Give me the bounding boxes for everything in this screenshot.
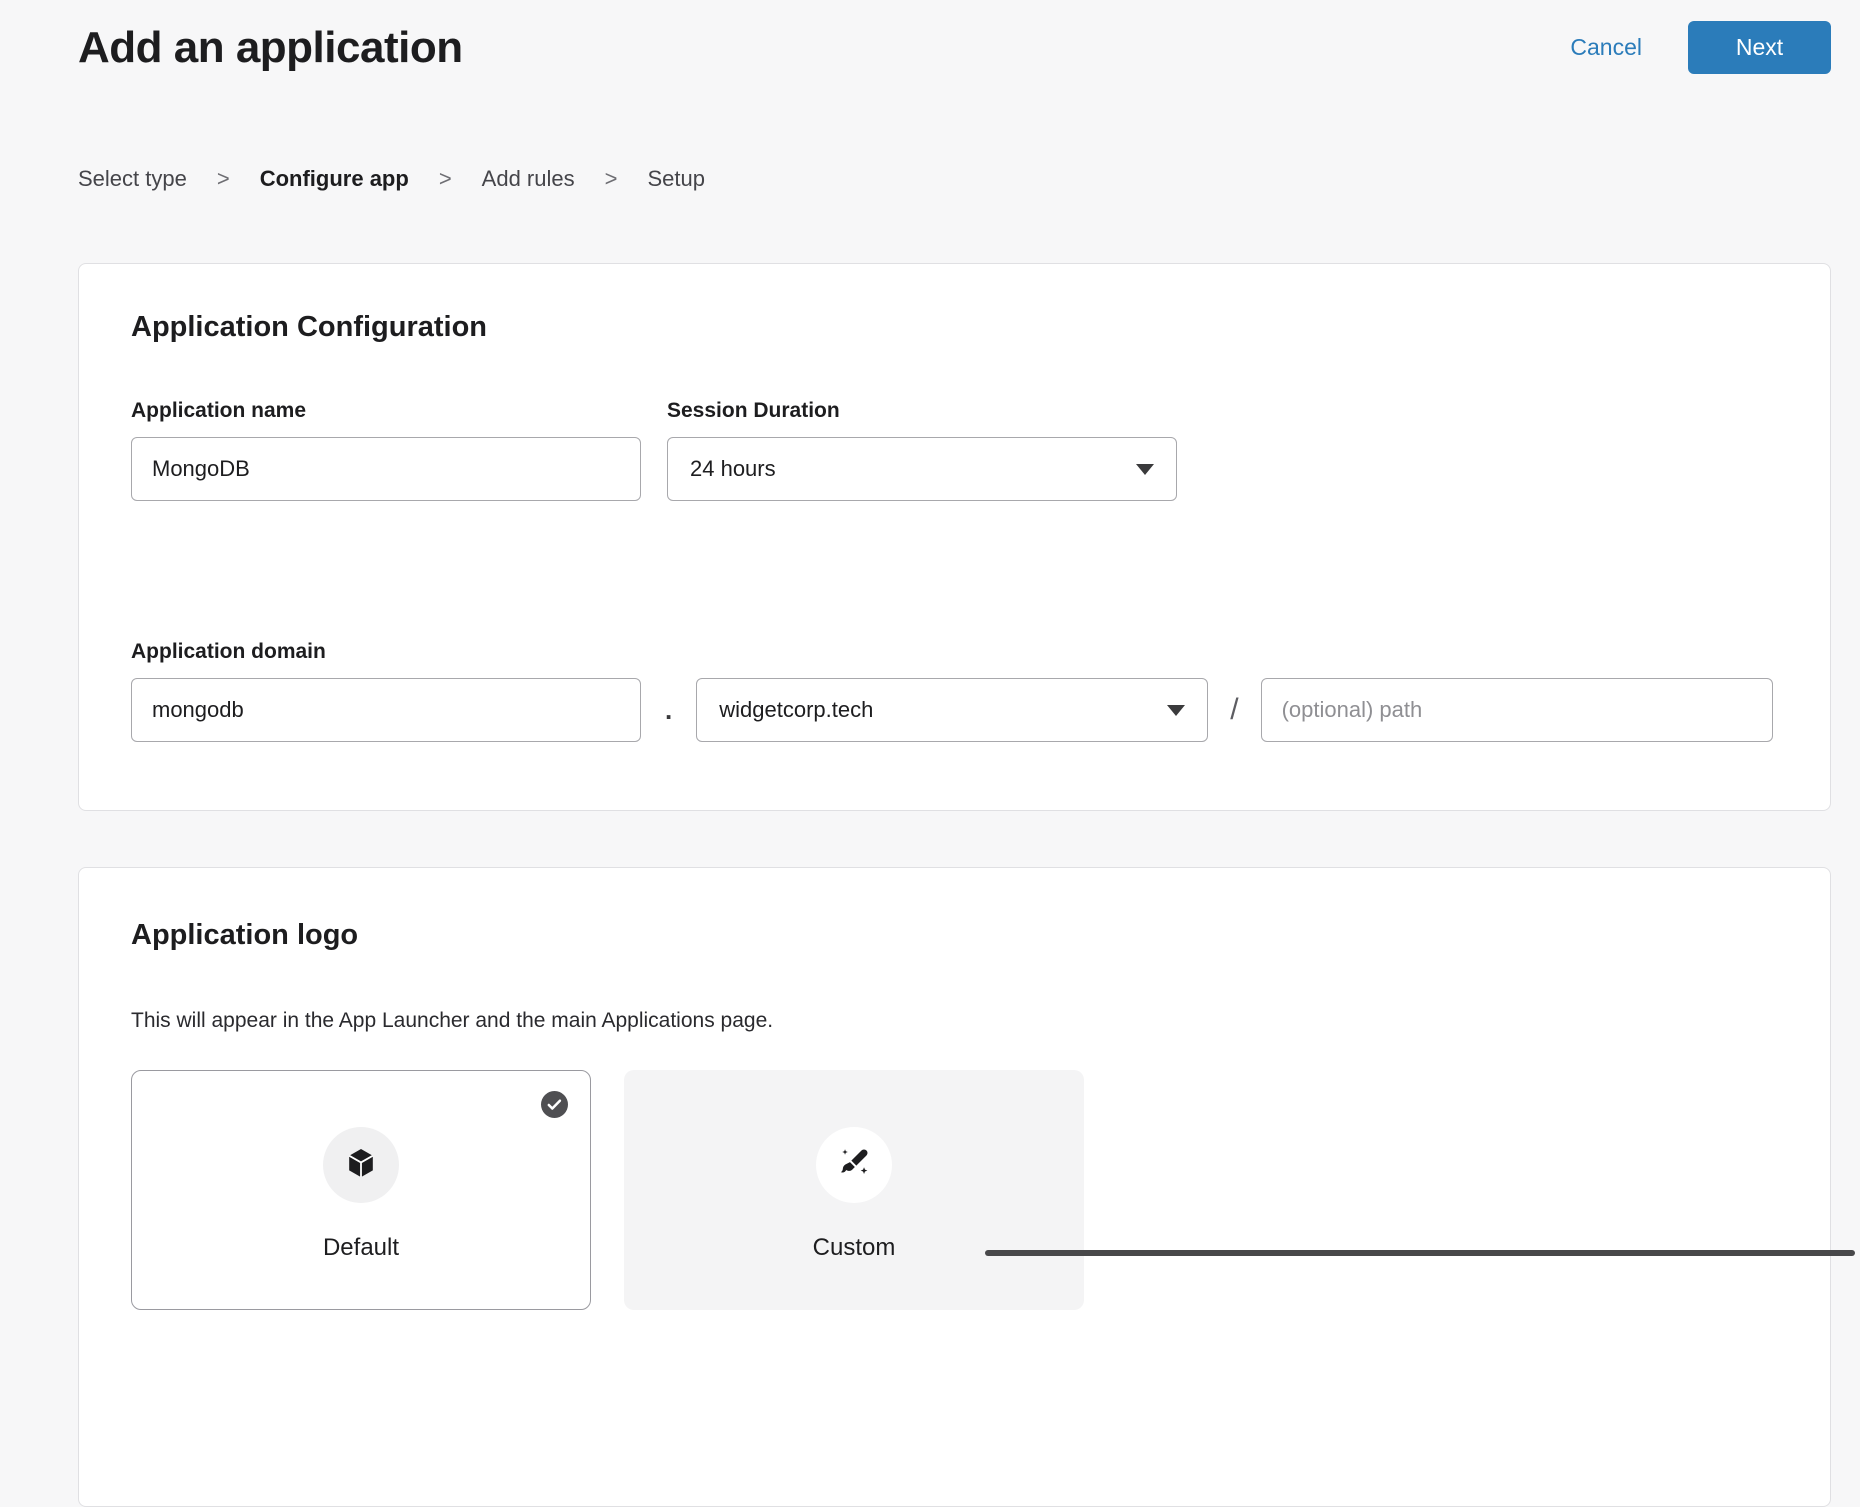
step-configure-app[interactable]: Configure app: [260, 165, 409, 193]
default-logo-circle: [323, 1127, 399, 1203]
application-domain-label: Application domain: [131, 639, 1778, 664]
add-application-page: Add an application Cancel Next Select ty…: [0, 0, 1860, 1507]
logo-option-default-label: Default: [323, 1233, 399, 1263]
session-duration-value: 24 hours: [690, 456, 776, 482]
session-duration-select[interactable]: 24 hours: [667, 437, 1177, 501]
application-domain-row: . widgetcorp.tech /: [131, 678, 1778, 742]
application-logo-card: Application logo This will appear in the…: [78, 867, 1831, 1507]
custom-logo-circle: [816, 1127, 892, 1203]
logo-card-description: This will appear in the App Launcher and…: [131, 1008, 1778, 1034]
logo-option-custom[interactable]: Custom: [624, 1070, 1084, 1310]
step-separator-icon: >: [217, 165, 230, 193]
logo-option-custom-label: Custom: [813, 1233, 896, 1263]
header-actions: Cancel Next: [1570, 21, 1831, 74]
step-add-rules[interactable]: Add rules: [482, 165, 575, 193]
cube-icon: [343, 1145, 379, 1186]
logo-option-default[interactable]: Default: [131, 1070, 591, 1310]
step-separator-icon: >: [439, 165, 452, 193]
domain-dot-separator: .: [665, 695, 672, 726]
path-input[interactable]: [1261, 678, 1773, 742]
next-button[interactable]: Next: [1688, 21, 1831, 74]
logo-card-title: Application logo: [131, 918, 1778, 952]
cancel-button[interactable]: Cancel: [1570, 34, 1642, 61]
page-header: Add an application Cancel Next: [78, 20, 1831, 75]
paintbrush-icon: [835, 1144, 873, 1187]
check-circle-icon: [541, 1091, 568, 1118]
step-setup[interactable]: Setup: [647, 165, 705, 193]
step-select-type[interactable]: Select type: [78, 165, 187, 193]
horizontal-scrollbar-thumb[interactable]: [985, 1250, 1855, 1256]
breadcrumb-stepper: Select type > Configure app > Add rules …: [78, 165, 1831, 193]
application-name-label: Application name: [131, 398, 641, 423]
config-card-title: Application Configuration: [131, 310, 1778, 344]
application-configuration-card: Application Configuration Application na…: [78, 263, 1831, 811]
domain-slash-separator: /: [1230, 693, 1238, 727]
name-duration-row: Application name Session Duration 24 hou…: [131, 398, 1778, 501]
application-name-input[interactable]: [131, 437, 641, 501]
logo-options-row: Default Custom: [131, 1070, 1778, 1310]
chevron-down-icon: [1167, 705, 1185, 716]
chevron-down-icon: [1136, 464, 1154, 475]
session-duration-field-group: Session Duration 24 hours: [667, 398, 1177, 501]
application-domain-field-group: Application domain . widgetcorp.tech /: [131, 639, 1778, 742]
domain-select[interactable]: widgetcorp.tech: [696, 678, 1208, 742]
application-name-field-group: Application name: [131, 398, 641, 501]
domain-select-value: widgetcorp.tech: [719, 697, 873, 723]
step-separator-icon: >: [605, 165, 618, 193]
session-duration-label: Session Duration: [667, 398, 1177, 423]
page-title: Add an application: [78, 20, 463, 75]
subdomain-input[interactable]: [131, 678, 641, 742]
